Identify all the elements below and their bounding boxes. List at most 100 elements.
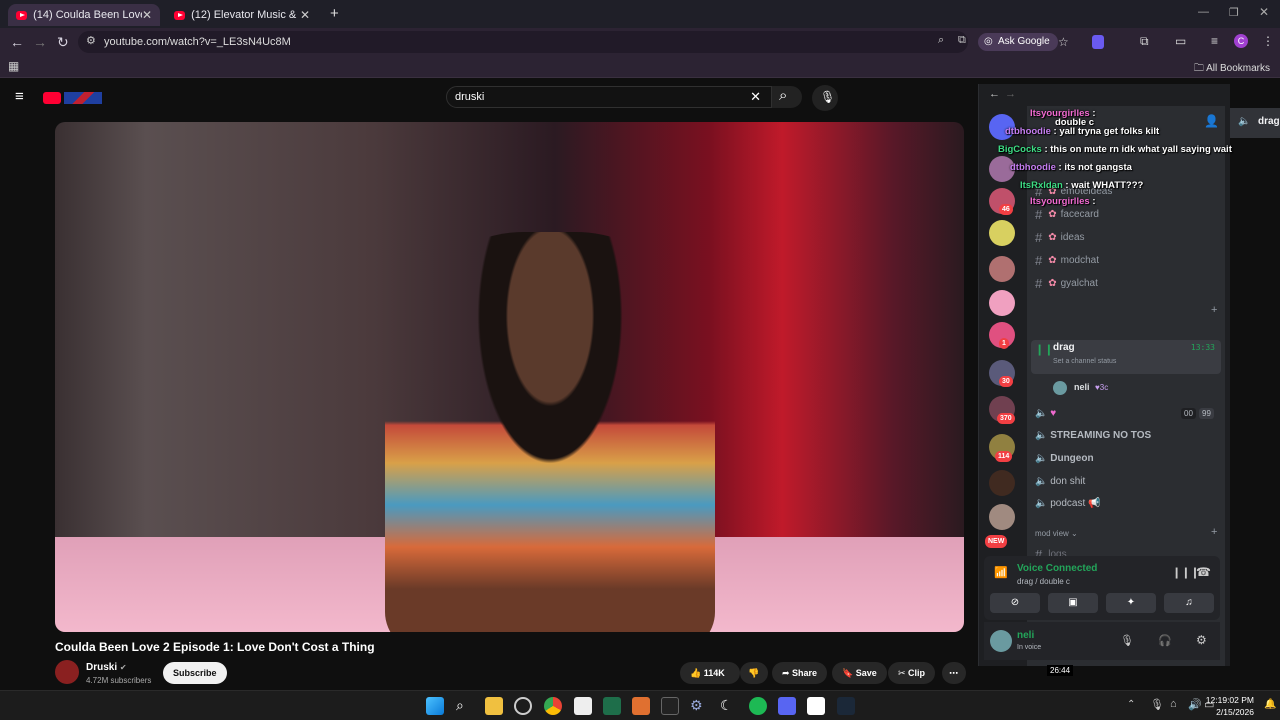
voice-location[interactable]: drag / double c <box>1017 577 1070 586</box>
user-name[interactable]: neli <box>1017 630 1034 641</box>
subscribe-button[interactable]: Subscribe <box>163 662 227 684</box>
search-icon[interactable]: ⌕ <box>456 697 474 715</box>
voice-channel-donshit[interactable]: 🔈 don shit <box>1035 476 1085 487</box>
user-avatar[interactable] <box>990 630 1012 652</box>
voice-channel-drag[interactable]: ❙❙ drag 13:33 Set a channel status <box>1031 340 1221 374</box>
camera-toggle-button[interactable]: ⊘ <box>990 593 1040 613</box>
voice-channel-streaming[interactable]: 🔈 STREAMING NO TOS <box>1035 430 1151 441</box>
capcut-icon[interactable] <box>807 697 825 715</box>
category-mod-view[interactable]: mod view ⌄ <box>1035 529 1078 538</box>
share-button[interactable]: ➦ Share <box>772 662 828 684</box>
voice-connected-label[interactable]: Voice Connected <box>1017 563 1097 574</box>
system-clock[interactable]: 12:19:02 PM 2/15/2026 <box>1206 694 1254 718</box>
channel-ideas[interactable]: # ✿ ideas <box>1035 230 1085 245</box>
notification-bell-icon[interactable]: 🔔 <box>1264 699 1276 710</box>
browser-tab[interactable]: (12) Elevator Music & Elevator ✕ <box>166 4 318 26</box>
file-explorer-icon[interactable] <box>485 697 503 715</box>
dislike-button[interactable]: 👎 <box>740 662 768 684</box>
omnibox[interactable]: ⚙ youtube.com/watch?v=_LE3sN4Uc8M ⌕ ⧉ <box>78 31 968 53</box>
extension-shield-icon[interactable] <box>1092 35 1104 49</box>
add-friend-icon[interactable]: 👤 <box>1204 114 1219 128</box>
add-channel-icon[interactable]: + <box>1211 304 1217 316</box>
youtube-logo-icon[interactable] <box>43 92 61 104</box>
side-panel-icon[interactable]: ▭ <box>1175 34 1186 48</box>
close-window-icon[interactable]: ✕ <box>1259 5 1269 19</box>
server-icon[interactable] <box>989 290 1015 316</box>
server-icon[interactable] <box>989 256 1015 282</box>
ask-google-button[interactable]: ◎ Ask Google <box>978 33 1058 51</box>
discord-icon[interactable] <box>778 697 796 715</box>
media-controls-icon[interactable]: ≡ <box>1211 34 1218 48</box>
back-icon[interactable]: ← <box>10 34 24 50</box>
zoom-icon[interactable]: ⌕ <box>938 34 944 47</box>
chat-message: BigCocks : this on mute rn idk what yall… <box>998 144 1232 155</box>
channel-avatar[interactable] <box>55 660 79 684</box>
search-input[interactable]: druski ✕ <box>446 86 772 108</box>
video-player[interactable] <box>55 122 964 632</box>
settings-gear-icon[interactable]: ⚙ <box>1196 633 1207 647</box>
volume-icon[interactable]: 🔊 <box>1188 698 1202 711</box>
clip-button[interactable]: ✂ Clip <box>888 662 936 684</box>
channel-status[interactable]: Set a channel status <box>1053 358 1116 365</box>
disconnect-icon[interactable]: ☎ <box>1196 565 1211 579</box>
profile-avatar[interactable]: C <box>1234 34 1248 48</box>
save-button[interactable]: 🔖 Save <box>832 662 887 684</box>
new-tab-icon[interactable]: + <box>330 5 339 22</box>
server-icon[interactable] <box>989 220 1015 246</box>
notepad-icon[interactable] <box>574 697 592 715</box>
install-icon[interactable]: ⧉ <box>958 34 966 47</box>
apps-grid-icon[interactable]: ▦ <box>8 59 19 73</box>
url-text[interactable]: youtube.com/watch?v=_LE3sN4Uc8M <box>104 36 291 48</box>
steam-icon[interactable] <box>837 697 855 715</box>
menu-dots-icon[interactable]: ⋮ <box>1262 34 1274 48</box>
channel-facecard[interactable]: # ✿ facecard <box>1035 207 1099 222</box>
browser-tab-active[interactable]: (14) Coulda Been Love 2 Episo ✕ <box>8 4 160 26</box>
soundboard-button[interactable]: ♫ <box>1164 593 1214 613</box>
extensions-icon[interactable]: ⧉ <box>1140 34 1149 49</box>
headphones-icon[interactable]: 🎧 <box>1158 634 1172 647</box>
discord-forward-icon[interactable]: → <box>1005 88 1016 100</box>
mic-icon[interactable]: 🎙 <box>1120 634 1134 647</box>
activities-button[interactable]: ✦ <box>1106 593 1156 613</box>
site-info-icon[interactable]: ⚙ <box>86 34 96 47</box>
settings-icon[interactable]: ⚙ <box>690 697 708 715</box>
voice-member-name[interactable]: neli <box>1074 382 1090 392</box>
voice-channel-dungeon[interactable]: 🔈 Dungeon <box>1035 453 1094 464</box>
add-channel-icon[interactable]: + <box>1211 526 1217 538</box>
forward-icon[interactable]: → <box>33 34 47 50</box>
screen-share-button[interactable]: ▣ <box>1048 593 1098 613</box>
clear-search-icon[interactable]: ✕ <box>750 89 761 105</box>
terminal-icon[interactable] <box>603 697 621 715</box>
maximize-icon[interactable]: ❐ <box>1229 6 1239 19</box>
search-button[interactable]: ⌕ <box>772 86 802 108</box>
voice-search-button[interactable]: 🎙 <box>812 85 838 111</box>
channel-modchat[interactable]: # ✿ modchat <box>1035 253 1099 268</box>
voice-channel-podcast[interactable]: 🔈 podcast 📢 <box>1035 498 1101 509</box>
clip-label: Clip <box>908 668 926 678</box>
discord-back-icon[interactable]: ← <box>989 88 1000 100</box>
reload-icon[interactable]: ↻ <box>57 34 69 51</box>
start-icon[interactable] <box>426 697 444 715</box>
epic-games-icon[interactable] <box>661 697 679 715</box>
app-icon[interactable] <box>632 697 650 715</box>
close-tab-icon[interactable]: ✕ <box>300 8 310 22</box>
bookmark-star-icon[interactable]: ☆ <box>1058 35 1069 49</box>
voice-channel-heart[interactable]: 🔈 ♥ <box>1035 408 1056 419</box>
spotify-icon[interactable] <box>749 697 767 715</box>
close-tab-icon[interactable]: ✕ <box>142 8 152 22</box>
app-icon[interactable] <box>514 697 532 715</box>
more-actions-button[interactable]: ⋯ <box>942 662 966 684</box>
like-button[interactable]: 👍 114K <box>680 662 740 684</box>
channel-gyalchat[interactable]: # ✿ gyalchat <box>1035 276 1098 291</box>
network-icon[interactable]: ⌂ <box>1170 698 1177 710</box>
minimize-icon[interactable]: — <box>1198 6 1209 18</box>
all-bookmarks[interactable]: 🗀 All Bookmarks <box>1194 61 1270 78</box>
tray-overflow-icon[interactable]: ⌃ <box>1127 699 1135 710</box>
app-icon[interactable]: ☾ <box>720 697 738 715</box>
hamburger-menu-icon[interactable]: ≡ <box>15 88 24 105</box>
server-icon[interactable] <box>989 504 1015 530</box>
tray-mic-icon[interactable]: 🎙 <box>1150 698 1164 711</box>
channel-name[interactable]: Druski ✔ <box>86 662 127 673</box>
server-icon[interactable] <box>989 470 1015 496</box>
chrome-icon[interactable] <box>544 697 562 715</box>
